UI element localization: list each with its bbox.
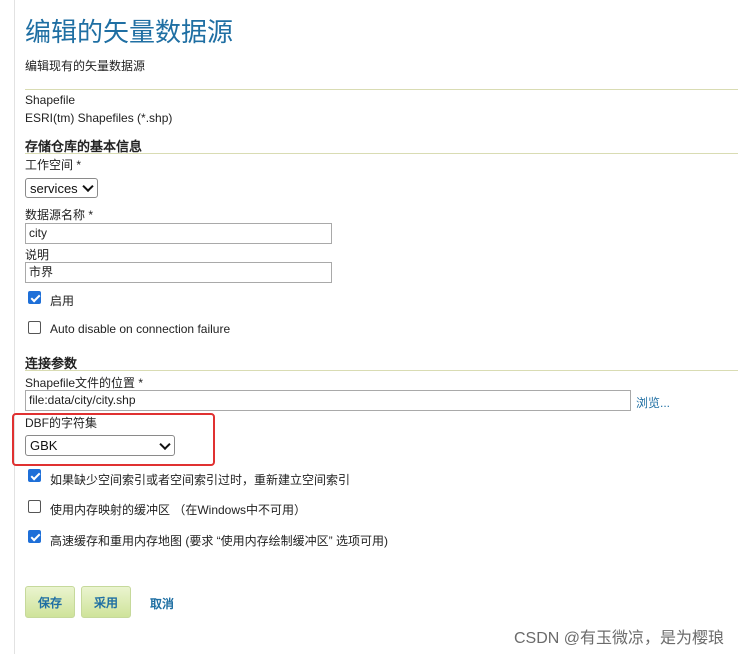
watermark: CSDN @有玉微凉，是为樱琅 [513, 630, 724, 647]
rebuild-spatial-index-label: 如果缺少空间索引或者空间索引过时，重新建立空间索引 [50, 473, 351, 487]
enabled-checkbox[interactable] [28, 291, 41, 304]
description-input[interactable]: 市界 [25, 262, 332, 283]
browse-link[interactable]: 浏览... [636, 394, 670, 411]
workspace-label: 工作空间 * [25, 158, 82, 172]
description-label: 说明 [25, 248, 50, 262]
highlight-box [12, 413, 215, 466]
enabled-label: 启用 [50, 294, 75, 308]
workspace-select[interactable]: services [25, 178, 98, 198]
save-button[interactable]: 保存 [25, 586, 75, 618]
divider [25, 153, 738, 154]
shapefile-location-label: Shapefile文件的位置 * [25, 376, 144, 390]
page-title: 编辑的矢量数据源 [25, 17, 234, 47]
cache-memory-maps-label: 高速缓存和重用内存地图 (要求 “使用内存绘制缓冲区” 选项可用) [50, 534, 388, 548]
store-type-name: Shapefile [25, 93, 76, 107]
divider [25, 89, 738, 90]
chevron-down-icon [82, 180, 94, 193]
workspace-select-value: services [30, 180, 78, 196]
left-border [14, 0, 15, 654]
cancel-link[interactable]: 取消 [150, 595, 174, 612]
shapefile-location-input[interactable]: file:data/city/city.shp [25, 390, 631, 411]
auto-disable-checkbox[interactable] [28, 321, 41, 334]
memory-mapped-buffer-label: 使用内存映射的缓冲区 （在Windows中不可用） [50, 503, 307, 517]
page-description: 编辑现有的矢量数据源 [25, 59, 146, 73]
datasource-name-label: 数据源名称 * [25, 208, 94, 222]
store-type-description: ESRI(tm) Shapefiles (*.shp) [25, 111, 173, 125]
divider [25, 370, 738, 371]
apply-button[interactable]: 采用 [81, 586, 131, 618]
datasource-name-input[interactable]: city [25, 223, 332, 244]
auto-disable-label: Auto disable on connection failure [50, 322, 231, 336]
memory-mapped-buffer-checkbox[interactable] [28, 500, 41, 513]
rebuild-spatial-index-checkbox[interactable] [28, 469, 41, 482]
cache-memory-maps-checkbox[interactable] [28, 530, 41, 543]
